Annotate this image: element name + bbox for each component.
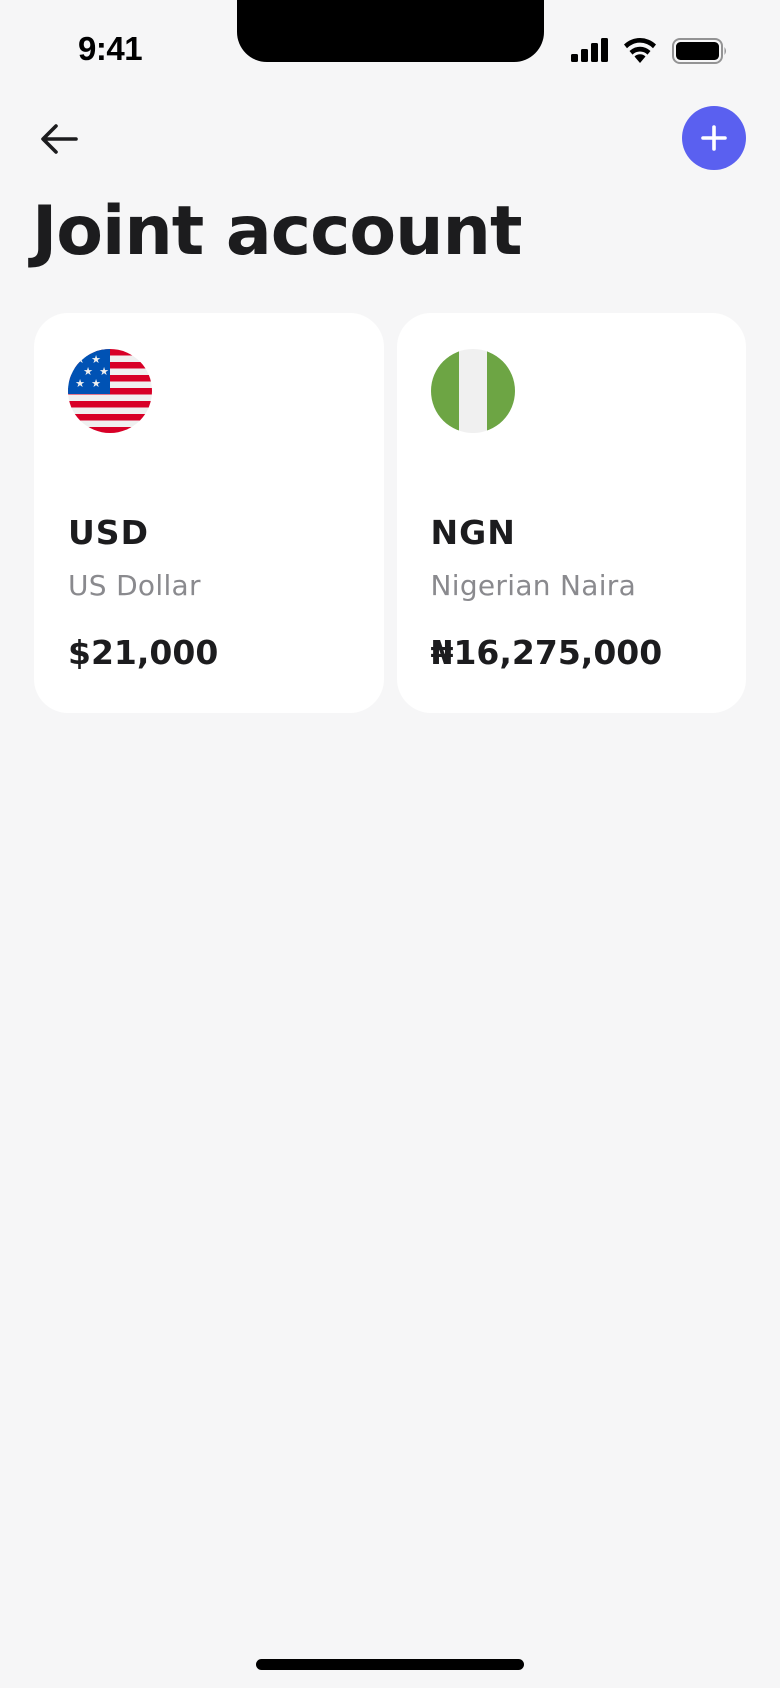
account-balance: ₦16,275,000 (430, 633, 663, 672)
back-button[interactable] (34, 114, 84, 164)
svg-text:★: ★ (75, 377, 85, 390)
currency-card-list: ★ ★ ★ ★ ★ ★ USD US Dollar $21,000 NGN Ni… (34, 313, 746, 713)
home-indicator[interactable] (256, 1659, 524, 1670)
battery-icon (672, 38, 726, 64)
currency-name: US Dollar (68, 569, 201, 602)
screen: 9:41 Joint account ★ ★ ★ ★ ★ ★ USD US Do… (0, 0, 780, 1688)
currency-card-usd[interactable]: ★ ★ ★ ★ ★ ★ USD US Dollar $21,000 (34, 313, 384, 713)
status-time: 9:41 (78, 30, 143, 67)
currency-code: USD (68, 513, 149, 552)
cellular-signal-icon (571, 38, 608, 62)
page-title: Joint account (32, 192, 522, 271)
us-flag-icon: ★ ★ ★ ★ ★ ★ (68, 349, 152, 433)
wifi-icon (624, 38, 656, 63)
arrow-left-icon (41, 124, 78, 154)
currency-name: Nigerian Naira (430, 569, 637, 602)
svg-text:★: ★ (91, 377, 101, 390)
currency-code: NGN (430, 513, 516, 552)
nigeria-flag-icon (430, 349, 515, 433)
device-notch (237, 0, 544, 62)
add-account-button[interactable] (682, 106, 746, 170)
account-balance: $21,000 (68, 633, 219, 672)
plus-icon (701, 125, 727, 151)
currency-card-ngn[interactable]: NGN Nigerian Naira ₦16,275,000 (396, 313, 746, 713)
